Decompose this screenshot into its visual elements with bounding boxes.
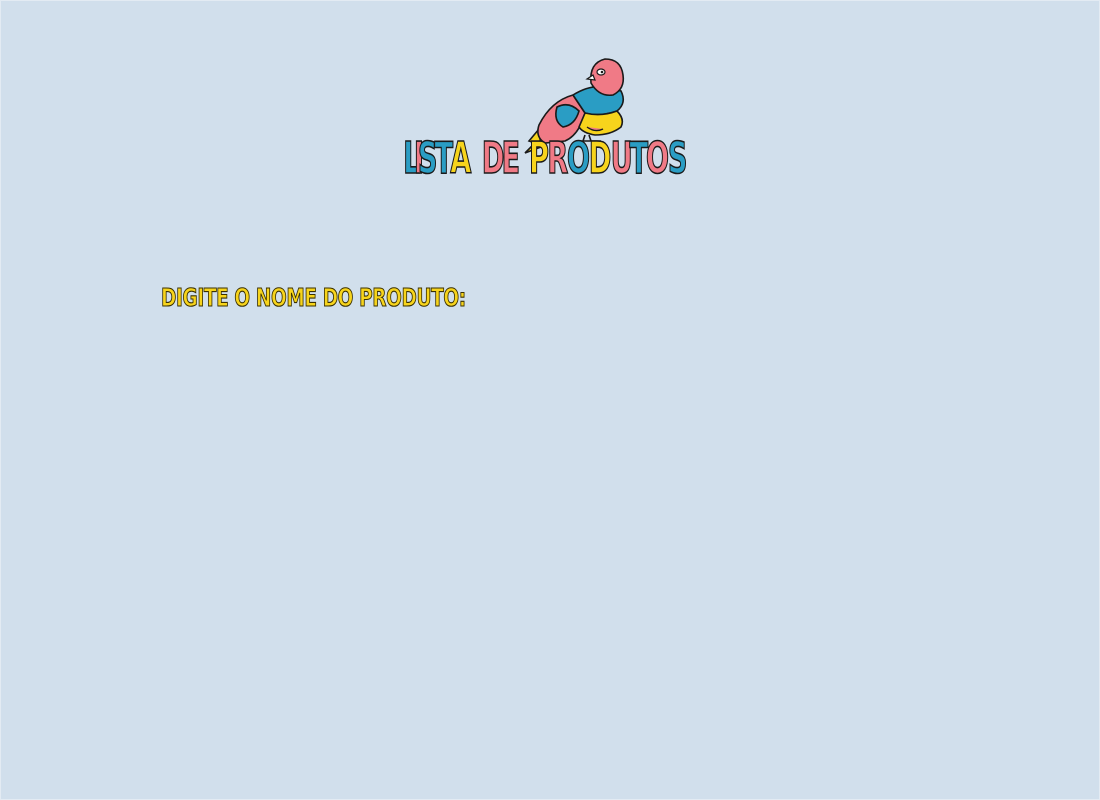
product-name-prompt-label: DIGITE O NOME DO PRODUTO:: [161, 282, 467, 312]
title-letter: O: [566, 133, 590, 184]
app-window: LISTADEPRODUTOS DIGITE O NOME DO PRODUTO…: [0, 0, 1100, 800]
title-letter: R: [546, 133, 568, 184]
title-letter: O: [646, 133, 670, 184]
title-letter: U: [610, 133, 633, 184]
title-letter: D: [588, 133, 612, 184]
title-letter: D: [481, 133, 505, 184]
title-letter: S: [667, 133, 688, 184]
title-letter: E: [501, 133, 521, 184]
title-letter: A: [450, 133, 472, 184]
page-title: LISTADEPRODUTOS: [391, 125, 699, 184]
title-letter: P: [529, 133, 550, 184]
